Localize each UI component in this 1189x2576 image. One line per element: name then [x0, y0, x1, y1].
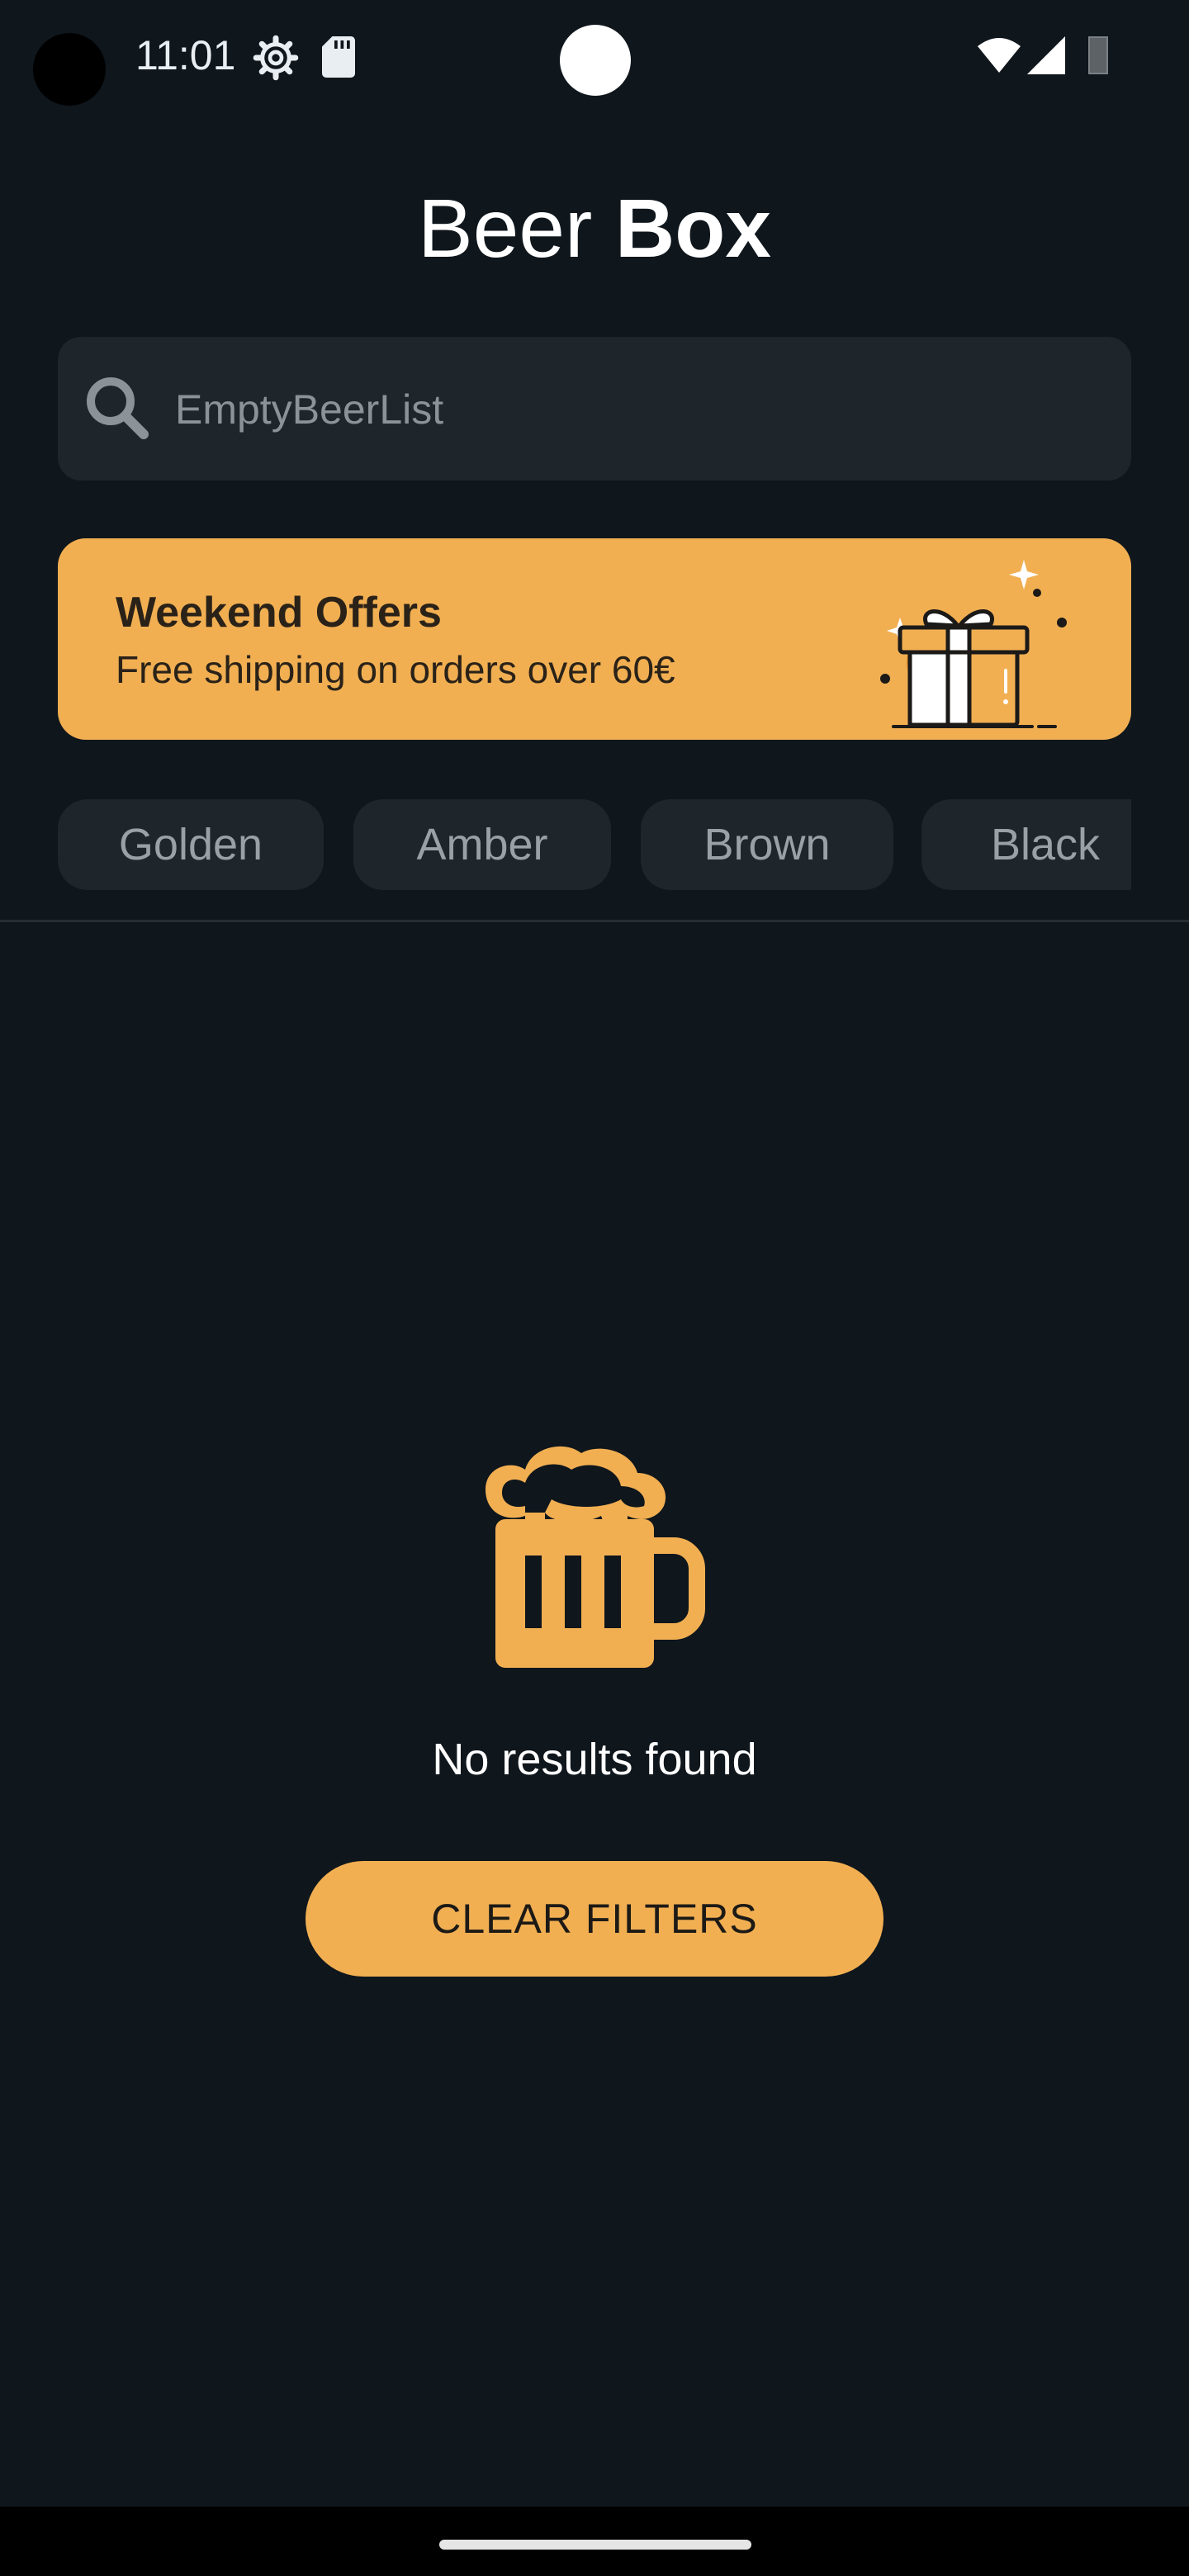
- chip-brown[interactable]: Brown: [641, 799, 893, 890]
- app-title-regular: Beer: [418, 182, 616, 275]
- offer-subtitle: Free shipping on orders over 60€: [116, 648, 675, 691]
- chip-amber[interactable]: Amber: [353, 799, 611, 890]
- clear-filters-button[interactable]: CLEAR FILTERS: [306, 1861, 883, 1977]
- section-divider: [0, 920, 1189, 922]
- cell-signal-icon: [1027, 36, 1065, 74]
- app-screen: 11:01 Beer Box EmptyBeerList Weekend Off…: [0, 0, 1189, 2576]
- color-filter-chips: Golden Amber Brown Black: [58, 799, 1131, 890]
- front-camera: [560, 25, 631, 96]
- search-icon: [87, 377, 149, 439]
- offer-title: Weekend Offers: [116, 589, 442, 637]
- beer-mug-icon: [486, 1446, 705, 1668]
- punch-hole-camera: [33, 33, 106, 106]
- system-nav-bar: [0, 2507, 1189, 2576]
- wifi-icon: [978, 38, 1021, 73]
- no-results-message: No results found: [432, 1735, 757, 1784]
- home-gesture-handle[interactable]: [439, 2540, 751, 2550]
- status-time: 11:01: [135, 32, 236, 78]
- sd-card-icon: [322, 36, 355, 78]
- status-bar: 11:01: [0, 0, 1189, 116]
- chip-black[interactable]: Black: [921, 799, 1131, 890]
- app-title-bold: Box: [615, 182, 771, 275]
- app-title: Beer Box: [0, 175, 1189, 282]
- battery-icon: [1088, 36, 1108, 74]
- search-bar[interactable]: [58, 337, 1131, 481]
- search-input[interactable]: [173, 373, 1101, 446]
- weekend-offer-banner[interactable]: Weekend Offers Free shipping on orders o…: [58, 538, 1131, 740]
- chip-golden[interactable]: Golden: [58, 799, 324, 890]
- settings-gear-icon: [253, 35, 299, 81]
- gift-icon: [880, 560, 1067, 728]
